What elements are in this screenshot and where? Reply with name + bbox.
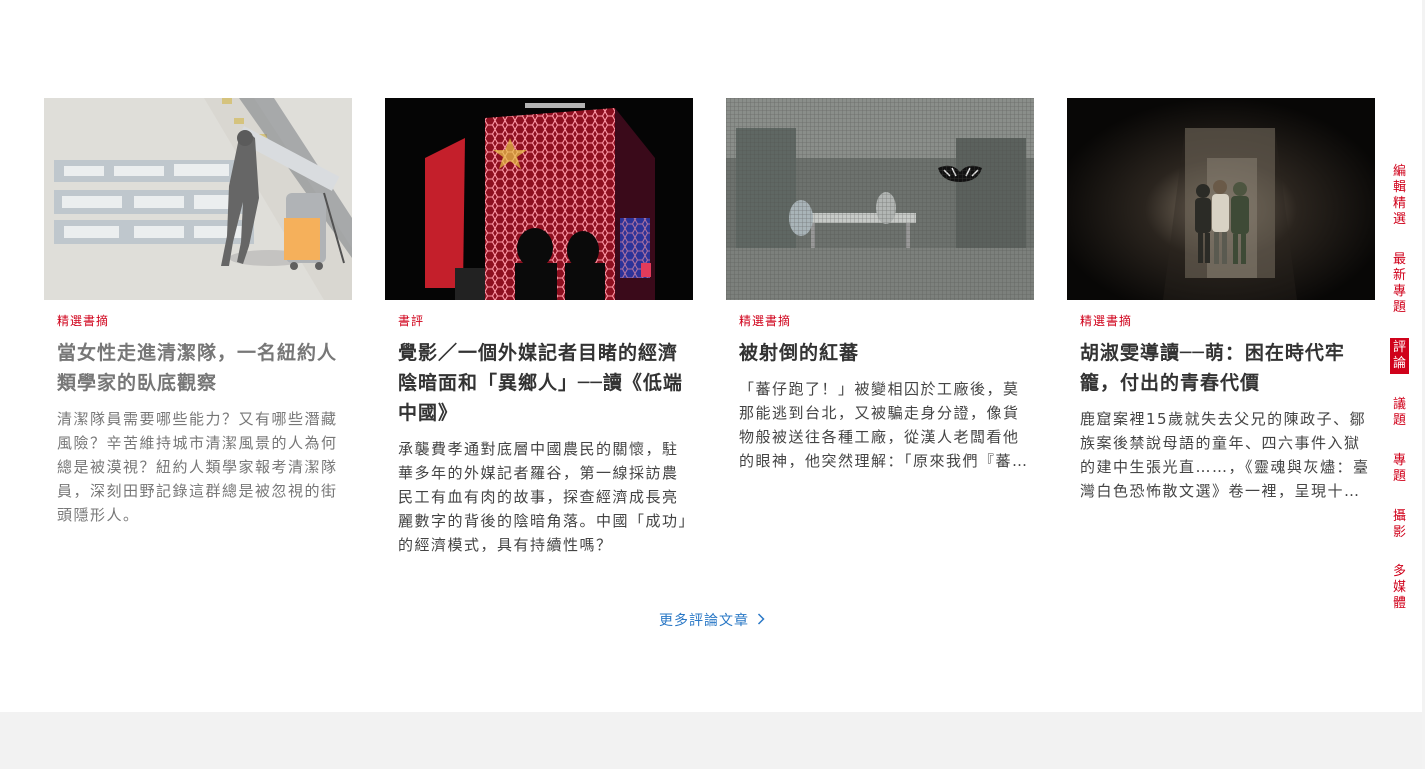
article-excerpt: 「蕃仔跑了！」被變相囚於工廠後，莫那能逃到台北，又被騙走身分證，像貨物般被送往各…	[739, 380, 1020, 470]
next-section-background	[0, 712, 1422, 769]
sidenav-item-latest-topics[interactable]: 最新專題	[1390, 252, 1409, 316]
sidenav-item-photography[interactable]: 攝影	[1390, 509, 1409, 541]
article-card[interactable]: 精選書摘 被射倒的紅蕃 「蕃仔跑了！」被變相囚於工廠後，莫那能逃到台北，又被騙走…	[726, 98, 1034, 473]
more-reviews-label: 更多評論文章	[659, 613, 749, 629]
article-card[interactable]: 精選書摘 胡淑雯導讀──萌：困在時代牢籠，付出的青春代價 鹿窟案裡15歲就失去父…	[1067, 98, 1375, 503]
article-thumbnail[interactable]	[1067, 98, 1375, 300]
section-side-nav: 編輯精選 最新專題 評論 議題 專題 攝影 多媒體	[1377, 0, 1425, 769]
article-category[interactable]: 精選書摘	[739, 312, 1034, 330]
article-card[interactable]: 書評 覺影／一個外媒記者目睹的經濟陰暗面和「異鄉人」──讀《低端中國》 承襲費孝…	[385, 98, 693, 557]
article-thumbnail[interactable]	[726, 98, 1034, 300]
sidenav-item-issues[interactable]: 議題	[1390, 397, 1409, 429]
article-title[interactable]: 當女性走進清潔隊，一名紐約人類學家的臥底觀察	[57, 338, 352, 398]
sidenav-item-multimedia[interactable]: 多媒體	[1390, 564, 1409, 612]
article-thumbnail[interactable]	[44, 98, 352, 300]
article-title[interactable]: 胡淑雯導讀──萌：困在時代牢籠，付出的青春代價	[1080, 338, 1375, 398]
article-category[interactable]: 精選書摘	[57, 312, 352, 330]
article-thumbnail[interactable]	[385, 98, 693, 300]
chevron-right-icon	[749, 610, 765, 632]
sidenav-item-features[interactable]: 專題	[1390, 453, 1409, 485]
review-articles-section: 精選書摘 當女性走進清潔隊，一名紐約人類學家的臥底觀察 清潔隊員需要哪些能力？又…	[0, 0, 1425, 769]
article-card[interactable]: 精選書摘 當女性走進清潔隊，一名紐約人類學家的臥底觀察 清潔隊員需要哪些能力？又…	[44, 98, 352, 527]
article-excerpt: 清潔隊員需要哪些能力？又有哪些潛藏風險？辛苦維持城市清潔風景的人為何總是被漠視？…	[57, 410, 338, 524]
more-reviews-link[interactable]: 更多評論文章	[659, 610, 765, 632]
article-excerpt: 鹿窟案裡15歲就失去父兄的陳政子、鄒族案後禁說母語的童年、四六事件入獄的建中生張…	[1080, 410, 1370, 500]
sidenav-item-editors-picks[interactable]: 編輯精選	[1390, 164, 1409, 228]
article-title[interactable]: 被射倒的紅蕃	[739, 338, 1034, 368]
sidenav-item-reviews[interactable]: 評論	[1390, 338, 1409, 374]
article-title[interactable]: 覺影／一個外媒記者目睹的經濟陰暗面和「異鄉人」──讀《低端中國》	[398, 338, 693, 428]
article-category[interactable]: 精選書摘	[1080, 312, 1375, 330]
article-category[interactable]: 書評	[398, 312, 693, 330]
article-excerpt: 承襲費孝通對底層中國農民的關懷，駐華多年的外媒記者羅谷，第一線採訪農民工有血有肉…	[398, 440, 688, 554]
